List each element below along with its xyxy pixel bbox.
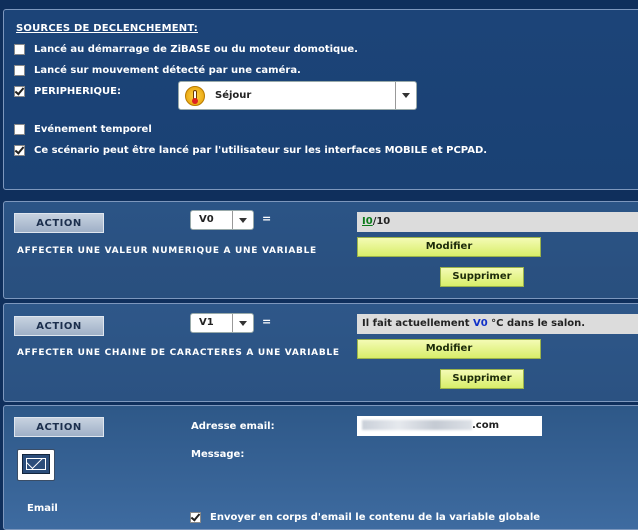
trigger-sources-panel: SOURCES DE DECLENCHEMENT: Lancé au démar… (3, 9, 638, 190)
expression-text-after: °C dans le salon. (487, 318, 586, 329)
chevron-down-icon[interactable] (395, 82, 416, 109)
email-icon (17, 449, 55, 481)
user-launch-checkbox[interactable] (14, 145, 25, 156)
variable-select[interactable]: V1 (190, 313, 254, 333)
action-button[interactable]: ACTION (14, 213, 104, 233)
value-expression-field[interactable]: I0/10 (357, 212, 638, 232)
startup-label: Lancé au démarrage de ZiBASE ou du moteu… (34, 44, 358, 55)
camera-motion-checkbox[interactable] (14, 65, 25, 76)
email-icon-label: Email (27, 503, 58, 514)
expression-rest: /10 (372, 216, 391, 227)
string-expression-field[interactable]: Il fait actuellement V0 °C dans le salon… (357, 314, 638, 334)
action-panel-numeric: ACTION V0 = I0/10 AFFECTER UNE VALEUR NU… (3, 201, 638, 299)
variable-select[interactable]: V0 (190, 210, 254, 230)
modify-button[interactable]: Modifier (357, 339, 541, 359)
equals-sign: = (262, 212, 272, 225)
expression-variable: V0 (473, 318, 488, 329)
redacted-address (362, 420, 472, 430)
delete-button[interactable]: Supprimer (440, 267, 524, 287)
delete-button[interactable]: Supprimer (440, 369, 524, 389)
email-address-label: Adresse email: (191, 421, 275, 432)
expression-variable: I0 (362, 216, 373, 227)
equals-sign: = (262, 315, 272, 328)
chevron-down-icon[interactable] (232, 211, 253, 229)
action-panel-string: ACTION V1 = Il fait actuellement V0 °C d… (3, 303, 638, 402)
peripheral-checkbox[interactable] (14, 86, 25, 97)
sources-title: SOURCES DE DECLENCHEMENT: (16, 23, 198, 34)
user-launch-label: Ce scénario peut être lancé par l'utilis… (34, 145, 488, 156)
startup-checkbox[interactable] (14, 44, 25, 55)
thermometer-icon (185, 86, 205, 106)
chevron-down-icon[interactable] (232, 314, 253, 332)
action-description: AFFECTER UNE VALEUR NUMERIQUE A UNE VARI… (17, 246, 317, 256)
email-address-field[interactable]: .com (357, 416, 542, 436)
device-select-value: Séjour (215, 90, 252, 101)
action-button[interactable]: ACTION (14, 417, 104, 437)
variable-select-value: V1 (199, 317, 214, 328)
modify-button[interactable]: Modifier (357, 237, 541, 257)
device-select[interactable]: Séjour (178, 81, 417, 110)
camera-motion-label: Lancé sur mouvement détecté par une camé… (34, 65, 301, 76)
send-variable-checkbox[interactable] (190, 512, 201, 523)
message-label: Message: (191, 449, 245, 460)
email-address-suffix: .com (472, 420, 500, 431)
action-button[interactable]: ACTION (14, 316, 104, 336)
send-variable-label: Envoyer en corps d'email le contenu de l… (210, 512, 541, 523)
action-panel-email: ACTION Email Adresse email: .com Message… (3, 405, 638, 530)
action-description: AFFECTER UNE CHAINE DE CARACTERES A UNE … (17, 348, 340, 358)
time-event-label: Evénement temporel (34, 124, 152, 135)
peripheral-label: PERIPHERIQUE: (34, 86, 121, 97)
time-event-checkbox[interactable] (14, 124, 25, 135)
variable-select-value: V0 (199, 214, 214, 225)
expression-text-before: Il fait actuellement (362, 318, 473, 329)
